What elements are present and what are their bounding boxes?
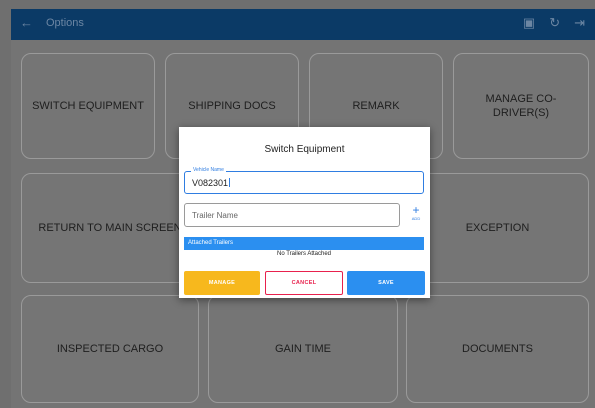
tile-manage-co-drivers[interactable]: MANAGE CO-DRIVER(S) (453, 53, 589, 159)
trailer-name-placeholder: Trailer Name (192, 211, 238, 220)
refresh-icon[interactable]: ↻ (549, 15, 560, 31)
attached-trailers-header: Attached Trailers (184, 237, 424, 250)
tile-gain-time[interactable]: GAIN TIME (208, 295, 398, 403)
switch-equipment-dialog: Switch Equipment Vehicle Name V082301 Tr… (179, 127, 430, 298)
report-icon[interactable]: ▣ (523, 15, 535, 31)
tile-switch-equipment[interactable]: SWITCH EQUIPMENT (21, 53, 155, 159)
tile-documents[interactable]: DOCUMENTS (406, 295, 589, 403)
back-arrow-icon[interactable]: ← (20, 15, 33, 30)
manage-button[interactable]: MANAGE (184, 271, 260, 295)
dialog-title: Switch Equipment (264, 144, 345, 155)
tile-inspected-cargo[interactable]: INSPECTED CARGO (21, 295, 199, 403)
tile-exception[interactable]: EXCEPTION (406, 173, 589, 283)
logout-icon[interactable]: ⇥ (574, 15, 585, 31)
vehicle-name-field[interactable]: Vehicle Name V082301 (184, 167, 424, 194)
text-caret (229, 178, 231, 187)
vehicle-name-label: Vehicle Name (191, 167, 226, 173)
toolbar-title: Options (46, 17, 84, 29)
vehicle-name-value: V082301 (192, 178, 229, 188)
no-trailers-message: No Trailers Attached (276, 251, 332, 257)
plus-icon: + (412, 203, 420, 217)
app-toolbar: ← Options ▣ ↻ ⇥ (11, 9, 595, 40)
toolbar-actions: ▣ ↻ ⇥ (523, 15, 585, 31)
trailer-name-field[interactable]: Trailer Name (184, 203, 400, 227)
vehicle-name-input[interactable]: V082301 (192, 178, 231, 188)
add-trailer-button[interactable]: + ADD (406, 204, 426, 228)
cancel-button[interactable]: CANCEL (265, 271, 343, 295)
save-button[interactable]: SAVE (347, 271, 425, 295)
add-trailer-label: ADD (411, 216, 421, 221)
tile-return-to-main-screen[interactable]: RETURN TO MAIN SCREEN (21, 173, 199, 283)
